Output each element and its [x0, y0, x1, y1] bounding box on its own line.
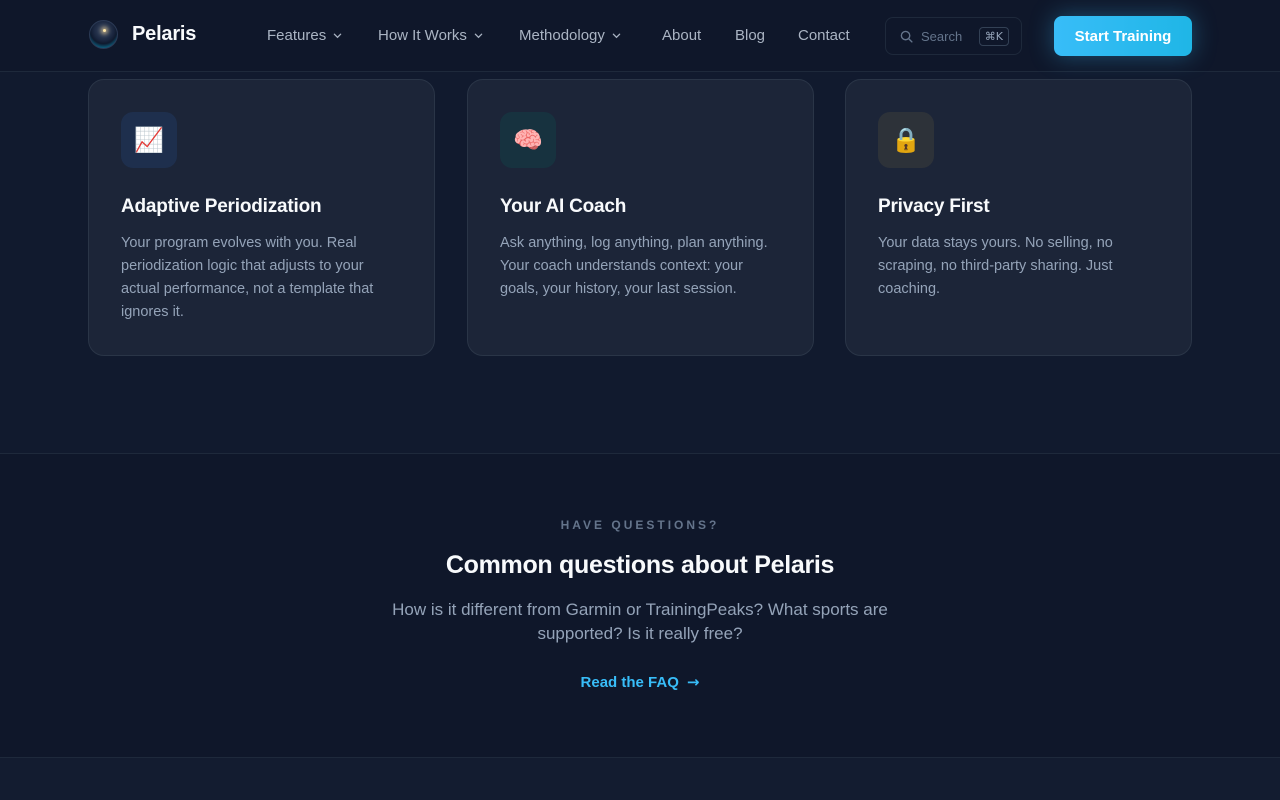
- search-shortcut-badge: ⌘K: [978, 27, 1009, 46]
- brand-name: Pelaris: [132, 23, 197, 45]
- nav-contact[interactable]: Contact: [798, 27, 850, 44]
- chevron-down-icon: [474, 33, 483, 39]
- search-placeholder: Search: [921, 28, 963, 44]
- feature-card-adaptive-periodization: 📈 Adaptive Periodization Your program ev…: [88, 79, 435, 356]
- nav-blog-label: Blog: [735, 27, 766, 44]
- faq-eyebrow: HAVE QUESTIONS?: [560, 518, 720, 532]
- feature-card-privacy-first: 🔒 Privacy First Your data stays yours. N…: [845, 79, 1192, 356]
- next-section: [0, 757, 1280, 800]
- lock-icon: 🔒: [878, 112, 934, 168]
- nav-methodology-label: Methodology: [519, 27, 605, 44]
- nav-blog[interactable]: Blog: [735, 27, 765, 44]
- read-faq-link[interactable]: Read the FAQ →: [0, 673, 1280, 691]
- nav-how-it-works-label: How It Works: [378, 27, 467, 44]
- feature-description: Ask anything, log anything, plan anythin…: [500, 235, 768, 297]
- chevron-down-icon: [612, 33, 621, 39]
- feature-description: Your program evolves with you. Real peri…: [121, 235, 374, 320]
- brain-icon: 🧠: [500, 112, 556, 168]
- faq-section: HAVE QUESTIONS? Common questions about P…: [0, 453, 1280, 758]
- nav-how-it-works[interactable]: How It Works: [378, 27, 483, 44]
- page: Pelaris Features How It Works Methodolog…: [0, 0, 1280, 800]
- nav-features[interactable]: Features: [267, 27, 342, 44]
- faq-title: Common questions about Pelaris: [445, 551, 835, 579]
- feature-description: Your data stays yours. No selling, no sc…: [878, 235, 1113, 297]
- read-faq-label: Read the FAQ: [580, 673, 679, 691]
- nav-features-label: Features: [267, 27, 327, 44]
- nav-about-label: About: [662, 27, 702, 44]
- feature-card-ai-coach: 🧠 Your AI Coach Ask anything, log anythi…: [467, 79, 814, 356]
- chart-increasing-icon: 📈: [121, 112, 177, 168]
- nav-contact-label: Contact: [798, 27, 850, 44]
- feature-title: Adaptive Periodization: [121, 196, 322, 217]
- pelaris-logo-icon: [89, 20, 118, 49]
- chevron-down-icon: [333, 33, 342, 39]
- top-navigation: Pelaris Features How It Works Methodolog…: [0, 0, 1280, 72]
- search-button[interactable]: Search ⌘K: [885, 17, 1022, 55]
- start-training-button[interactable]: Start Training: [1054, 16, 1192, 56]
- nav-about[interactable]: About: [662, 27, 701, 44]
- nav-methodology[interactable]: Methodology: [519, 27, 621, 44]
- arrow-right-icon: →: [686, 673, 700, 691]
- feature-title: Privacy First: [878, 196, 990, 217]
- faq-subtitle: How is it different from Garmin or Train…: [392, 600, 888, 643]
- search-icon: [900, 30, 913, 43]
- brand-home-link[interactable]: Pelaris: [89, 20, 196, 49]
- feature-title: Your AI Coach: [500, 196, 627, 217]
